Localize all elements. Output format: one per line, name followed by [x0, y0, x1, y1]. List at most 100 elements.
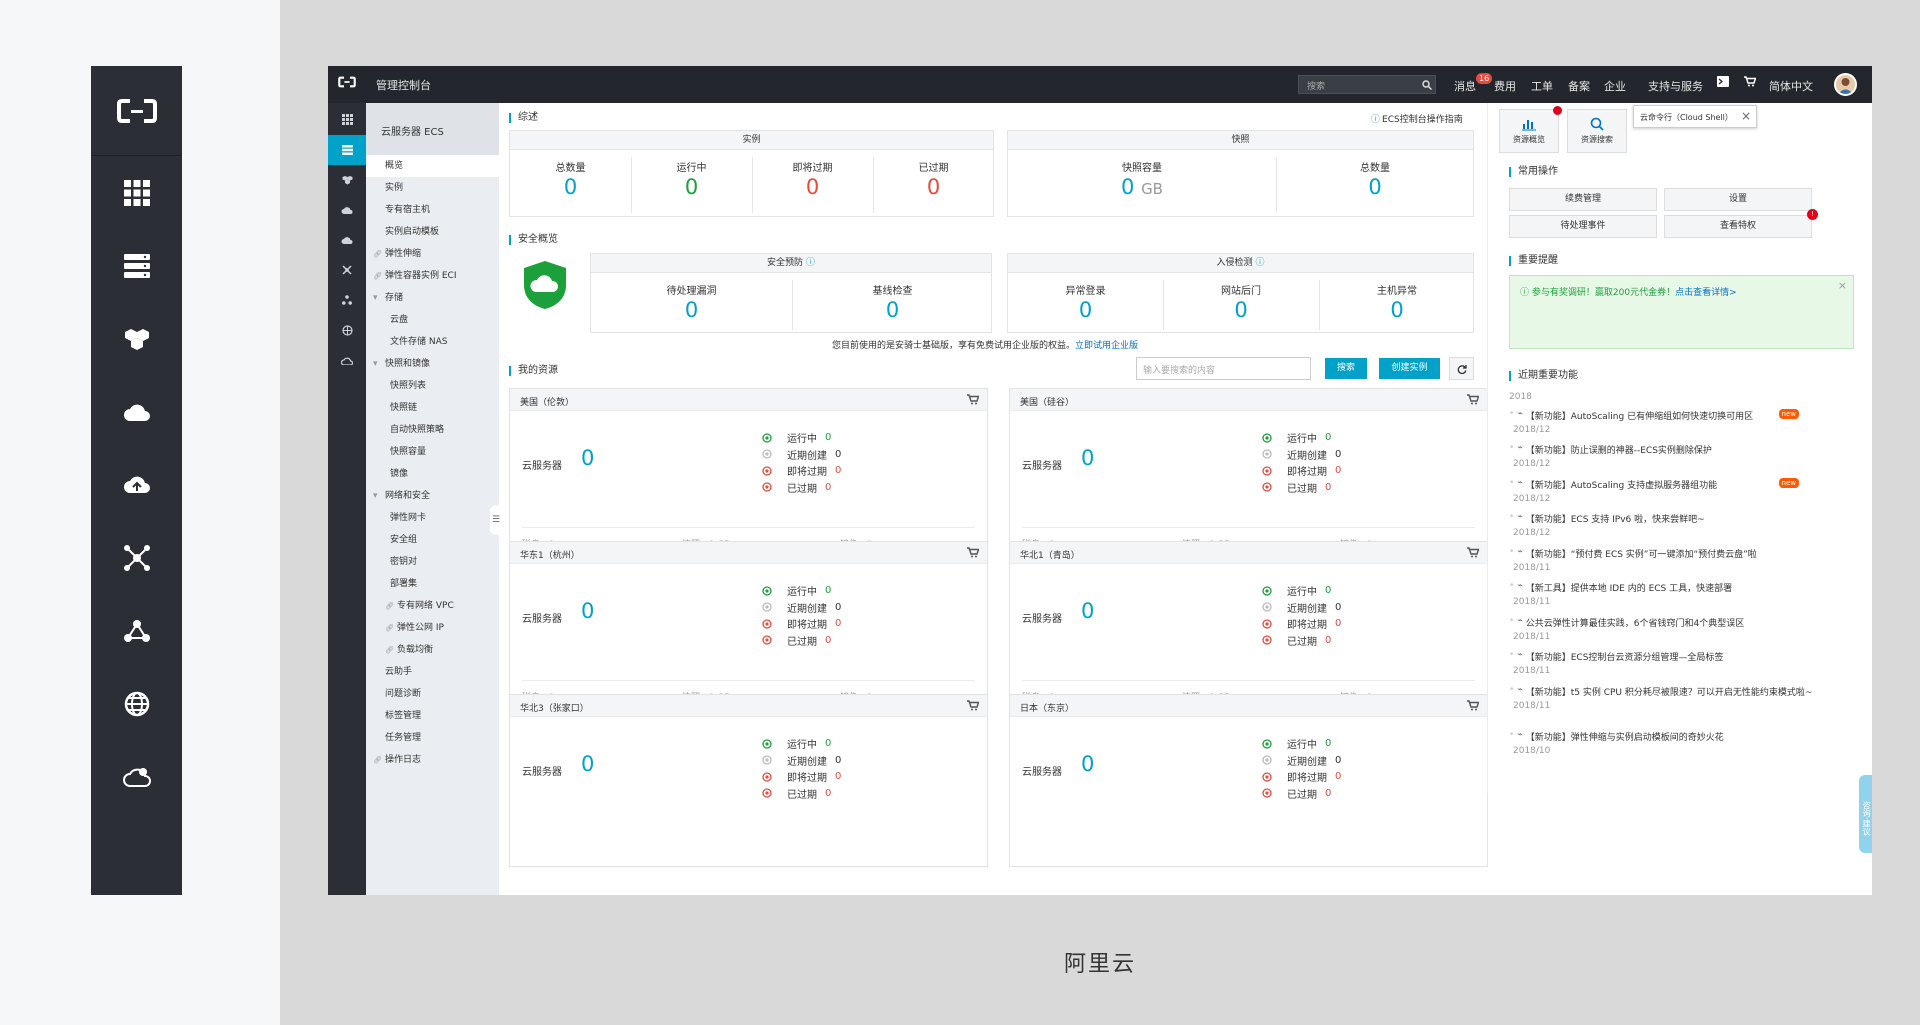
sidebar-item[interactable]: 问题诊断	[366, 683, 499, 705]
sidebar-item[interactable]: 🔗︎ 弹性容器实例 ECI	[366, 265, 499, 287]
news-item[interactable]: • ⌁ 【新功能】AutoScaling 支持虚拟服务器组功能 2018/12 new	[1509, 478, 1829, 504]
status-row[interactable]: 近期创建 0	[1262, 753, 1341, 768]
status-row[interactable]: 运行中 0	[762, 736, 831, 751]
news-item[interactable]: • ⌁ 【新功能】弹性伸缩与实例启动模板间的奇妙火花 2018/10	[1509, 730, 1829, 756]
sidebar-item[interactable]: ▾ 网络和安全	[366, 485, 499, 507]
status-row[interactable]: 运行中 0	[1262, 736, 1331, 751]
cart-icon[interactable]	[967, 547, 980, 561]
news-item[interactable]: • ⌁ 【新工具】提供本地 IDE 内的 ECS 工具，快速部署 2018/11	[1509, 581, 1829, 607]
snapshot-total[interactable]: 总数量 0	[1276, 159, 1474, 201]
news-item[interactable]: • ⌁ 【新功能】ECS 支持 IPv6 啦，快来尝鲜吧~ 2018/12	[1509, 512, 1829, 538]
sidebar-item[interactable]: 云盘	[366, 309, 499, 331]
baseline-check[interactable]: 基线检查 0	[792, 282, 993, 324]
ecs-count[interactable]: 0	[1081, 446, 1094, 470]
status-row[interactable]: 运行中 0	[1262, 583, 1331, 598]
cart-icon[interactable]	[1467, 700, 1480, 714]
status-row[interactable]: 即将过期 0	[1262, 616, 1341, 631]
abnormal-login[interactable]: 异常登录 0	[1008, 282, 1163, 324]
website-backdoor[interactable]: 网站后门 0	[1163, 282, 1319, 324]
try-enterprise-link[interactable]: 立即试用企业版	[1075, 341, 1138, 351]
cloud-upload-icon[interactable]	[91, 448, 182, 521]
aliyun-logo[interactable]	[91, 66, 182, 156]
ecs-count[interactable]: 0	[581, 446, 594, 470]
terminal-icon[interactable]	[1717, 76, 1729, 90]
pending-vulnerabilities[interactable]: 待处理漏洞 0	[591, 282, 792, 324]
help-icon[interactable]: ⓘ	[1255, 258, 1264, 268]
sidebar-item[interactable]: 快照列表	[366, 375, 499, 397]
sidebar-item[interactable]: 实例启动模板	[366, 221, 499, 243]
status-row[interactable]: 即将过期 0	[1262, 463, 1341, 478]
sidebar-item[interactable]: 云助手	[366, 661, 499, 683]
host-abnormal[interactable]: 主机异常 0	[1319, 282, 1475, 324]
language-switch[interactable]: 简体中文	[1769, 78, 1813, 94]
globe-icon[interactable]	[91, 667, 182, 740]
grid-icon[interactable]	[91, 156, 182, 229]
status-row[interactable]: 近期创建 0	[762, 600, 841, 615]
status-row[interactable]: 近期创建 0	[762, 753, 841, 768]
sidebar-item[interactable]: 密钥对	[366, 551, 499, 573]
sidebar-item[interactable]: 镜像	[366, 463, 499, 485]
cloud-upload-icon[interactable]	[328, 225, 366, 255]
top-search-input[interactable]: 搜索	[1298, 75, 1436, 94]
news-item[interactable]: • ⌁ 【新功能】“预付费 ECS 实例”可一键添加“预付费云盘”啦 2018/11	[1509, 547, 1829, 573]
sidebar-item[interactable]: 快照容量	[366, 441, 499, 463]
server-icon[interactable]	[328, 135, 366, 165]
ecs-count[interactable]: 0	[1081, 752, 1094, 776]
status-row[interactable]: 已过期 0	[1262, 633, 1331, 648]
console-title[interactable]: 管理控制台	[376, 77, 431, 93]
instance-expired[interactable]: 已过期 0	[873, 159, 994, 201]
sidebar-item[interactable]: 实例	[366, 177, 499, 199]
cart-icon[interactable]	[967, 700, 980, 714]
cart-icon[interactable]	[1744, 76, 1757, 90]
pending-events-button[interactable]: 待处理事件	[1509, 215, 1657, 238]
resource-overview-button[interactable]: 资源概览	[1499, 109, 1559, 153]
sidebar-item[interactable]: 自动快照策略	[366, 419, 499, 441]
status-row[interactable]: 即将过期 0	[762, 769, 841, 784]
status-row[interactable]: 即将过期 0	[762, 616, 841, 631]
feedback-tab[interactable]: 咨询·建议	[1859, 775, 1872, 853]
close-icon[interactable]: ×	[1741, 109, 1751, 123]
network-icon[interactable]	[91, 521, 182, 594]
sidebar-item[interactable]: 安全组	[366, 529, 499, 551]
resource-search-button[interactable]: 搜索	[1325, 358, 1367, 379]
status-row[interactable]: 近期创建 0	[762, 447, 841, 462]
notice-details-link[interactable]: 点击查看详情>	[1675, 288, 1737, 298]
search-icon[interactable]	[1418, 75, 1436, 94]
status-row[interactable]: 即将过期 0	[1262, 769, 1341, 784]
status-row[interactable]: 运行中 0	[762, 583, 831, 598]
status-row[interactable]: 运行中 0	[762, 430, 831, 445]
sidebar-item[interactable]: 🔗︎ 操作日志	[366, 749, 499, 771]
share-nodes-icon[interactable]	[328, 285, 366, 315]
settings-button[interactable]: 设置	[1664, 188, 1812, 211]
sidebar-item[interactable]: 文件存储 NAS	[366, 331, 499, 353]
grid-icon[interactable]	[328, 103, 366, 135]
sidebar-item[interactable]: 快照链	[366, 397, 499, 419]
nav-support[interactable]: 支持与服务	[1648, 78, 1703, 94]
news-item[interactable]: • ⌁ 公共云弹性计算最佳实践，6个省钱窍门和4个典型误区 2018/11	[1509, 616, 1829, 642]
sidebar-item[interactable]: 🔗︎ 弹性公网 IP	[366, 617, 499, 639]
sidebar-item[interactable]: 标签管理	[366, 705, 499, 727]
user-avatar[interactable]	[1834, 73, 1857, 96]
instance-expiring[interactable]: 即将过期 0	[752, 159, 873, 201]
status-row[interactable]: 已过期 0	[1262, 480, 1331, 495]
cart-icon[interactable]	[1467, 394, 1480, 408]
nav-billing[interactable]: 费用	[1494, 78, 1516, 94]
close-icon[interactable]: ×	[1838, 279, 1847, 292]
sidebar-item[interactable]: 🔗︎ 负载均衡	[366, 639, 499, 661]
sidebar-item[interactable]: 弹性网卡	[366, 507, 499, 529]
server-icon[interactable]	[91, 229, 182, 302]
status-row[interactable]: 已过期 0	[762, 480, 831, 495]
cloud-gear-icon[interactable]	[328, 345, 366, 375]
status-row[interactable]: 已过期 0	[762, 633, 831, 648]
news-item[interactable]: • ⌁ 【新功能】ECS控制台云资源分组管理—全局标签 2018/11	[1509, 650, 1829, 676]
sidebar-item[interactable]: 任务管理	[366, 727, 499, 749]
nav-icp[interactable]: 备案	[1568, 78, 1590, 94]
share-nodes-icon[interactable]	[91, 594, 182, 667]
sidebar-item[interactable]: ▾ 存储	[366, 287, 499, 309]
ecs-count[interactable]: 0	[1081, 599, 1094, 623]
cube-cluster-icon[interactable]	[91, 302, 182, 375]
cloud-icon[interactable]	[328, 195, 366, 225]
resource-search-shortcut[interactable]: 资源搜索	[1567, 109, 1627, 153]
status-row[interactable]: 即将过期 0	[762, 463, 841, 478]
nav-tickets[interactable]: 工单	[1531, 78, 1553, 94]
